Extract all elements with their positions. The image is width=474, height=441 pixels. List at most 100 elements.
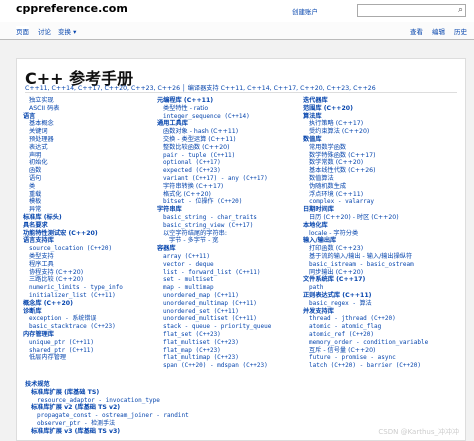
- col2-item[interactable]: list - forward_list (C++11): [157, 269, 271, 277]
- col2-item[interactable]: flat_multiset (C++23): [157, 339, 271, 347]
- col2-item[interactable]: stack - queue - priority_queue: [157, 323, 271, 331]
- col1-item[interactable]: ASCII 码表: [23, 105, 123, 113]
- col1-item[interactable]: numeric_limits - type_info: [23, 284, 123, 292]
- col3-item[interactable]: 基本线性代数 (C++26): [303, 167, 428, 175]
- search-input[interactable]: ⌕: [357, 4, 466, 17]
- col3-item[interactable]: 数值算法: [303, 175, 428, 183]
- col1-item[interactable]: 类型支持: [23, 253, 123, 261]
- col3-item[interactable]: 迭代器库: [303, 97, 428, 105]
- tab-discussion[interactable]: 讨论: [38, 26, 51, 36]
- tab-page[interactable]: 页面: [16, 26, 29, 36]
- col2-item[interactable]: flat_multimap (C++23): [157, 354, 271, 362]
- col3-item[interactable]: basic_istream - basic_ostream: [303, 261, 428, 269]
- create-account-link[interactable]: 创建账户: [292, 6, 318, 16]
- col2-item[interactable]: 整数比较函数 (C++20): [157, 144, 271, 152]
- col1-item[interactable]: 三路比较 (C++20): [23, 276, 123, 284]
- col2-item[interactable]: 交换 - 类型运算 (C++11): [157, 136, 271, 144]
- col2-item[interactable]: unordered_multimap (C++11): [157, 300, 271, 308]
- col2-item[interactable]: set - multiset: [157, 276, 271, 284]
- col3-item[interactable]: 并发支持库: [303, 308, 428, 316]
- bottom-item[interactable]: 标准库扩展 v2 (库基础 TS v2): [25, 404, 189, 412]
- col2-item[interactable]: expected (C++23): [157, 167, 271, 175]
- col3-item[interactable]: 范围库 (C++20): [303, 105, 428, 113]
- col1-item[interactable]: 标准库 (标头): [23, 214, 123, 222]
- col2-item[interactable]: 函数对象 - hash (C++11): [157, 128, 271, 136]
- col1-item[interactable]: exception - 系统错误: [23, 315, 123, 323]
- col2-item[interactable]: unordered_map (C++11): [157, 292, 271, 300]
- tab-edit[interactable]: 编辑: [432, 26, 445, 36]
- bottom-item[interactable]: observer_ptr - 检测手法: [25, 420, 189, 428]
- col2-item[interactable]: basic_string_view (C++17): [157, 222, 271, 230]
- col2-item[interactable]: optional (C++17): [157, 159, 271, 167]
- col1-item[interactable]: 概念库 (C++20): [23, 300, 123, 308]
- col2-item[interactable]: pair - tuple (C++11): [157, 152, 271, 160]
- col3-item[interactable]: 互斥 - 信号量 (C++20): [303, 347, 428, 355]
- col3-item[interactable]: 伪随机数生成: [303, 183, 428, 191]
- col2-item[interactable]: span (C++20) - mdspan (C++23): [157, 362, 271, 370]
- col3-item[interactable]: atomic_ref (C++20): [303, 331, 428, 339]
- col2-item[interactable]: 容器库: [157, 245, 271, 253]
- col2-item[interactable]: 类型特性 - ratio: [157, 105, 271, 113]
- col3-item[interactable]: 基于流的输入/输出 - 输入/输出操纵符: [303, 253, 428, 261]
- col2-item[interactable]: unordered_multiset (C++11): [157, 315, 271, 323]
- col3-item[interactable]: 文件系统库 (C++17): [303, 276, 428, 284]
- bottom-item[interactable]: 标准库扩展 v3 (库基础 TS v3): [25, 428, 189, 436]
- col1-item[interactable]: 预处理器: [23, 136, 123, 144]
- col2-item[interactable]: 字符串库: [157, 206, 271, 214]
- col3-item[interactable]: path: [303, 284, 428, 292]
- site-logo[interactable]: cppreference.com: [16, 2, 128, 15]
- col2-item[interactable]: variant (C++17) - any (C++17): [157, 175, 271, 183]
- col2-item[interactable]: flat_map (C++23): [157, 347, 271, 355]
- col3-item[interactable]: latch (C++20) - barrier (C++20): [303, 362, 428, 370]
- col1-item[interactable]: 表达式: [23, 144, 123, 152]
- col2-item[interactable]: array (C++11): [157, 253, 271, 261]
- col2-item[interactable]: unordered_set (C++11): [157, 308, 271, 316]
- col1-item[interactable]: 关键词: [23, 128, 123, 136]
- col1-item[interactable]: 异常: [23, 206, 123, 214]
- col3-item[interactable]: 数值库: [303, 136, 428, 144]
- col2-item[interactable]: 字节 - 多字节 - 宽: [157, 237, 271, 245]
- col1-item[interactable]: 模板: [23, 198, 123, 206]
- standards-links[interactable]: C++11, C++14, C++17, C++20, C++23, C++26…: [25, 83, 376, 92]
- tab-view[interactable]: 查看: [410, 26, 423, 36]
- tab-variants[interactable]: 变换 ▾: [58, 26, 76, 36]
- tab-history[interactable]: 历史: [454, 26, 467, 36]
- col3-item[interactable]: basic_regex - 算法: [303, 300, 428, 308]
- bottom-item[interactable]: propagate_const - ostream_joiner - randi…: [25, 412, 189, 420]
- col3-item[interactable]: 本地化库: [303, 222, 428, 230]
- col3-item[interactable]: 数学常数 (C++20): [303, 159, 428, 167]
- col3-item[interactable]: 常用数学函数: [303, 144, 428, 152]
- col3-item[interactable]: atomic - atomic_flag: [303, 323, 428, 331]
- col3-item[interactable]: 日期时间库: [303, 206, 428, 214]
- col1-item[interactable]: source_location (C++20): [23, 245, 123, 253]
- col3-item[interactable]: 输入/输出库: [303, 237, 428, 245]
- col1-item[interactable]: 独立实现: [23, 97, 123, 105]
- bottom-item[interactable]: 技术规范: [25, 381, 189, 389]
- col3-item[interactable]: future - promise - async: [303, 354, 428, 362]
- col2-item[interactable]: map - multimap: [157, 284, 271, 292]
- col1-item[interactable]: 函数: [23, 167, 123, 175]
- col2-item[interactable]: flat_set (C++23): [157, 331, 271, 339]
- col1-item[interactable]: basic_stacktrace (C++23): [23, 323, 123, 331]
- col2-item[interactable]: bitset - 位操作 (C++20): [157, 198, 271, 206]
- bottom-item[interactable]: 标准库扩展 (库基础 TS): [25, 389, 189, 397]
- col2-item[interactable]: 字符串转换 (C++17): [157, 183, 271, 191]
- col1-item[interactable]: 程序工具: [23, 261, 123, 269]
- col3-item[interactable]: thread - jthread (C++20): [303, 315, 428, 323]
- col1-item[interactable]: 初始化: [23, 159, 123, 167]
- col1-item[interactable]: 类: [23, 183, 123, 191]
- col1-item[interactable]: 语言支持库: [23, 237, 123, 245]
- col3-item[interactable]: 浮点环境 (C++11): [303, 191, 428, 199]
- search-icon[interactable]: ⌕: [458, 5, 463, 15]
- col1-item[interactable]: 语句: [23, 175, 123, 183]
- col3-item[interactable]: 正则表达式库 (C++11): [303, 292, 428, 300]
- col1-item[interactable]: unique_ptr (C++11): [23, 339, 123, 347]
- col3-item[interactable]: 日历 (C++20) - 时区 (C++20): [303, 214, 428, 222]
- col1-item[interactable]: 内存管理库: [23, 331, 123, 339]
- col3-item[interactable]: complex - valarray: [303, 198, 428, 206]
- col3-item[interactable]: 受约束算法 (C++20): [303, 128, 428, 136]
- col2-item[interactable]: vector - deque: [157, 261, 271, 269]
- col3-item[interactable]: 打印函数 (C++23): [303, 245, 428, 253]
- col1-item[interactable]: 低层内存管理: [23, 354, 123, 362]
- col1-item[interactable]: 具名要求: [23, 222, 123, 230]
